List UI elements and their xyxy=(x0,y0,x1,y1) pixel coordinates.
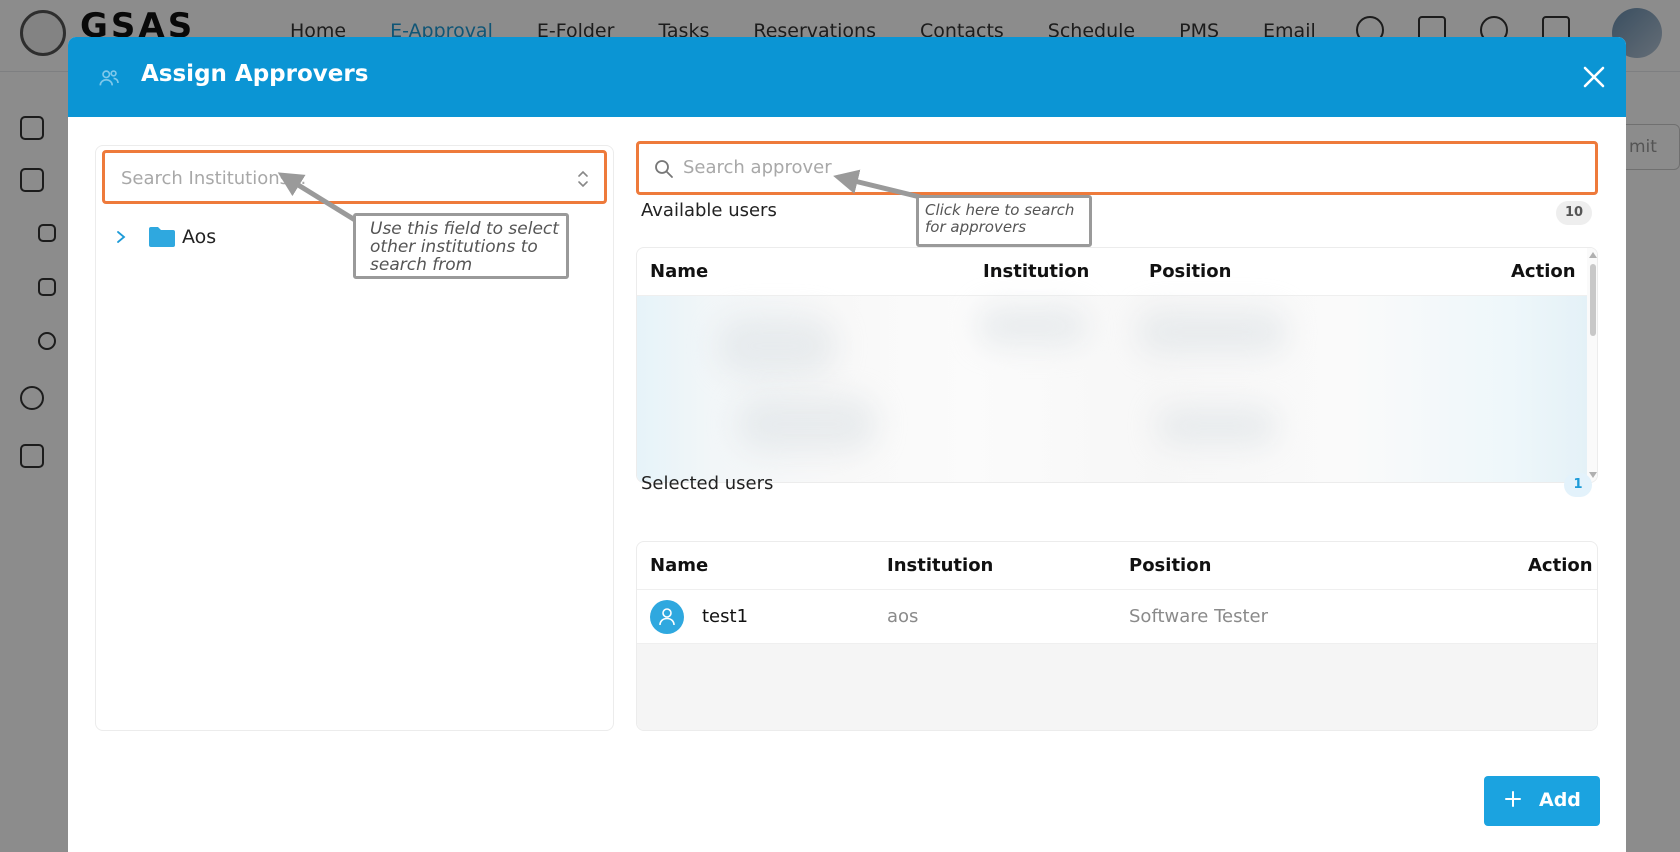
tree-node-label: Aos xyxy=(182,226,217,248)
user-icon xyxy=(659,608,675,626)
close-icon[interactable] xyxy=(1578,61,1610,93)
modal-header: Assign Approvers xyxy=(68,37,1626,117)
blurred-user-rows xyxy=(637,296,1587,482)
selected-users-table: Name Institution Position Action test1 a… xyxy=(636,541,1598,731)
add-button[interactable]: Add xyxy=(1484,776,1600,826)
search-hint-callout: Click here to search for approvers xyxy=(916,195,1092,247)
add-button-label: Add xyxy=(1539,789,1581,811)
tree-node-aos[interactable]: Aos xyxy=(114,222,216,252)
approver-search-input[interactable]: Search approver xyxy=(636,141,1598,195)
column-header-institution: Institution xyxy=(983,261,1090,282)
user-avatar xyxy=(650,600,684,634)
column-header-name: Name xyxy=(650,555,709,576)
column-header-action: Action xyxy=(1511,261,1576,282)
selected-users-count-badge: 1 xyxy=(1564,473,1592,497)
updown-chevron-icon xyxy=(578,170,588,188)
available-users-scrollbar[interactable] xyxy=(1587,248,1597,482)
available-users-header: Name Institution Position Action xyxy=(637,248,1597,296)
column-header-action: Action xyxy=(1528,555,1593,576)
selected-user-name: test1 xyxy=(702,606,749,627)
column-header-name: Name xyxy=(650,261,709,282)
available-users-table: Name Institution Position Action xyxy=(636,247,1598,483)
selected-users-title: Selected users xyxy=(641,473,774,494)
column-header-position: Position xyxy=(1129,555,1212,576)
selected-user-institution: aos xyxy=(887,606,919,627)
selected-user-position: Software Tester xyxy=(1129,606,1268,627)
assign-approvers-modal: Assign Approvers Search Institutions... … xyxy=(68,37,1626,852)
users-icon xyxy=(99,70,119,86)
table-row: test1 aos Software Tester xyxy=(637,590,1597,644)
institution-search-placeholder: Search Institutions... xyxy=(121,168,307,189)
folder-icon xyxy=(149,227,175,247)
search-icon xyxy=(655,160,673,178)
available-users-title: Available users xyxy=(641,200,777,221)
available-users-count-badge: 10 xyxy=(1556,201,1592,225)
selected-users-header: Name Institution Position Action xyxy=(637,542,1597,590)
chevron-right-icon[interactable] xyxy=(114,230,128,244)
institution-hint-callout: Use this field to select other instituti… xyxy=(353,213,569,279)
column-header-position: Position xyxy=(1149,261,1232,282)
plus-icon xyxy=(1505,791,1521,807)
scroll-thumb[interactable] xyxy=(1590,264,1596,336)
scroll-down-arrow-icon[interactable] xyxy=(1589,472,1597,478)
institution-search-select[interactable]: Search Institutions... xyxy=(102,150,607,204)
approver-search-placeholder: Search approver xyxy=(683,157,832,178)
selected-users-empty-area xyxy=(637,644,1597,730)
column-header-institution: Institution xyxy=(887,555,994,576)
scroll-up-arrow-icon[interactable] xyxy=(1589,252,1597,258)
modal-title: Assign Approvers xyxy=(141,61,369,87)
